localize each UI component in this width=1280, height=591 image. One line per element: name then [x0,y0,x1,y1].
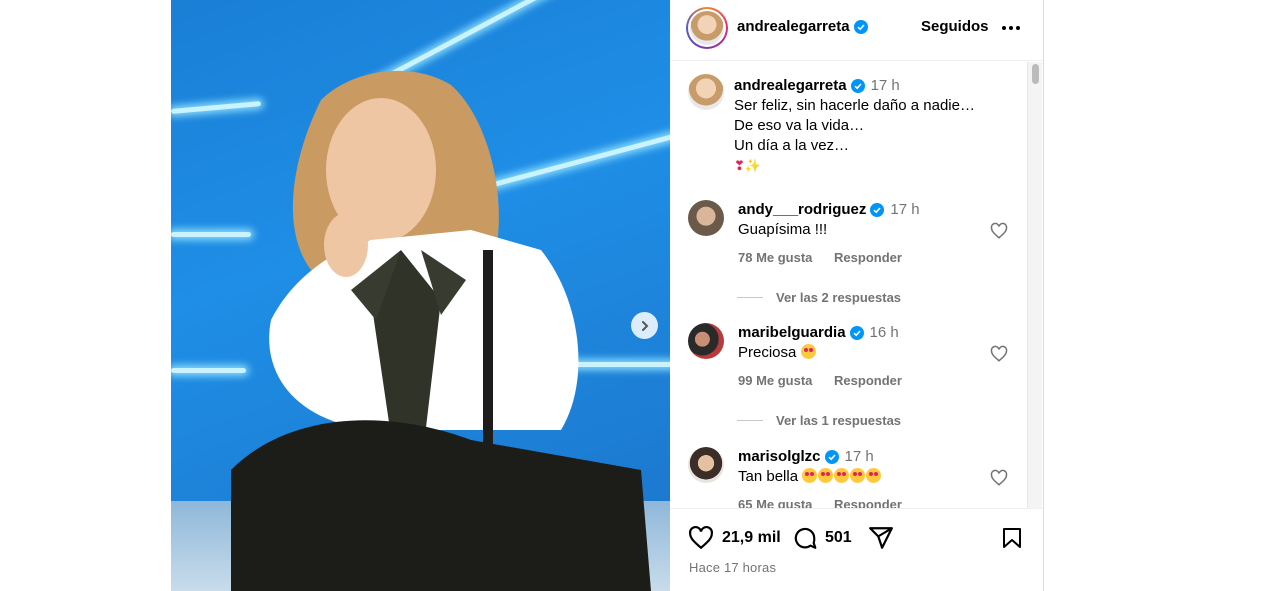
caption-line: Ser feliz, sin hacerle daño a nadie… [734,97,975,114]
heart-icon[interactable] [688,525,714,551]
heart-eyes-emoji [834,468,850,483]
commenter-username[interactable]: marisolglzc [738,448,821,465]
instagram-post-view: andrealegarreta Seguidos andrealegarreta [0,0,1280,591]
view-replies-label[interactable]: Ver las 2 respuestas [776,290,901,305]
comment-icon[interactable] [792,525,818,551]
post-details-panel: andrealegarreta Seguidos andrealegarreta [670,0,1044,591]
commenter-avatar[interactable] [688,447,724,483]
verified-icon [824,449,839,464]
verified-icon [850,79,865,93]
commenter-username[interactable]: maribelguardia [738,324,846,341]
comment-text: Guapísima !!! [738,221,828,238]
comment-text-wrap: Tan bella [738,468,882,485]
post-header: andrealegarreta Seguidos [670,0,1043,61]
author-username[interactable]: andrealegarreta [737,18,850,35]
post-photo[interactable] [171,0,670,591]
comment-time[interactable]: 16 h [870,324,899,341]
comment-action[interactable]: 501 [792,525,852,551]
heart-eyes-emoji [866,468,882,483]
comment-likes[interactable]: 78 Me gusta [738,250,812,265]
more-icon[interactable] [1002,26,1020,30]
woman-figure [231,70,651,591]
verified-icon [853,19,868,34]
verified-icon [870,202,885,217]
scrollbar-thumb[interactable] [1032,64,1039,84]
comment-text: Preciosa [738,344,797,361]
star-struck-emoji [800,344,816,359]
commenter-avatar[interactable] [688,323,724,359]
comments-list[interactable]: andrealegarreta 17 h Ser feliz, sin hace… [670,62,1043,508]
comment-text: Tan bella [738,468,799,485]
heart-eyes-emoji [818,468,834,483]
caption-time[interactable]: 17 h [871,76,900,96]
caption-username[interactable]: andrealegarreta [734,76,847,96]
heart-eyes-emoji [850,468,866,483]
comments-scrollbar[interactable] [1027,62,1042,508]
comments-count[interactable]: 501 [825,529,852,547]
like-action[interactable]: 21,9 mil [688,525,781,551]
comment-text-wrap: Preciosa [738,344,817,361]
comment-time[interactable]: 17 h [845,448,874,465]
save-action[interactable] [1000,525,1024,551]
view-replies-button[interactable]: Ver las 1 respuestas [737,413,901,428]
likes-count[interactable]: 21,9 mil [722,529,781,547]
commenter-avatar[interactable] [688,200,724,236]
caption-avatar[interactable] [688,74,724,110]
heart-icon[interactable] [990,469,1008,487]
view-replies-button[interactable]: Ver las 2 respuestas [737,290,901,305]
next-photo-button[interactable] [631,312,658,339]
caption-text: andrealegarreta 17 h Ser feliz, sin hace… [734,76,1024,176]
bookmark-icon[interactable] [1000,525,1024,551]
caption-emojis: ❣✨ [734,158,762,173]
author-name[interactable]: andrealegarreta [737,18,868,35]
heart-eyes-emoji [802,468,818,483]
post-timestamp[interactable]: Hace 17 horas [689,560,776,575]
author-avatar[interactable] [686,7,728,49]
caption-line: Un día a la vez… [734,137,850,154]
verified-icon [849,325,864,340]
reply-button[interactable]: Responder [834,497,902,508]
comment-likes[interactable]: 99 Me gusta [738,373,812,388]
view-replies-label[interactable]: Ver las 1 respuestas [776,413,901,428]
commenter-username[interactable]: andy___rodriguez [738,201,866,218]
comment-time[interactable]: 17 h [890,201,919,218]
heart-icon[interactable] [990,345,1008,363]
share-icon[interactable] [868,525,894,551]
following-button[interactable]: Seguidos [921,18,989,35]
reply-button[interactable]: Responder [834,250,902,265]
heart-icon[interactable] [990,222,1008,240]
chevron-right-icon [641,320,648,331]
comment-likes[interactable]: 65 Me gusta [738,497,812,508]
reply-button[interactable]: Responder [834,373,902,388]
share-action[interactable] [868,525,894,551]
post-actions: 21,9 mil 501 Hace 17 horas [670,508,1043,591]
caption-line: De eso va la vida… [734,117,865,134]
